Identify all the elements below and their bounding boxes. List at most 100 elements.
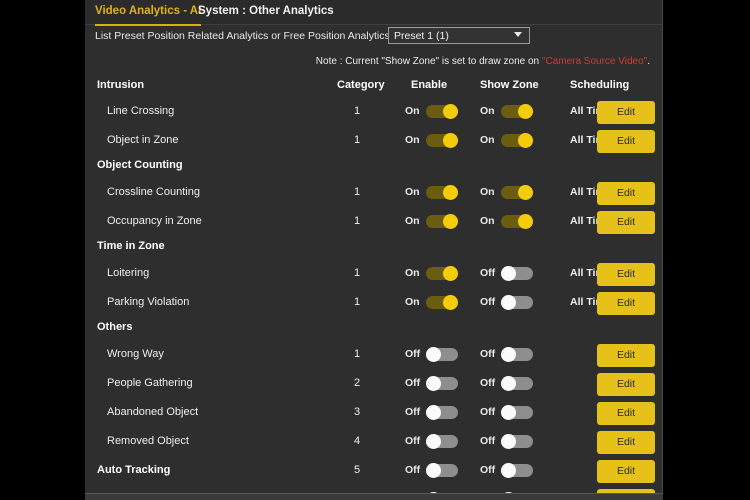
edit-button[interactable]: Edit bbox=[597, 344, 655, 367]
row-show-zone-toggle[interactable] bbox=[501, 185, 535, 200]
table-section-header: Others bbox=[85, 317, 662, 340]
row-enable-state: Off bbox=[405, 348, 421, 360]
row-enable-toggle[interactable] bbox=[426, 133, 460, 148]
row-enable-toggle[interactable] bbox=[426, 104, 460, 119]
preset-selected-value: Preset 1 (1) bbox=[394, 30, 449, 42]
row-enable-toggle[interactable] bbox=[426, 347, 460, 362]
column-header-category: Category bbox=[337, 79, 385, 91]
row-enable-state: On bbox=[405, 296, 420, 308]
table-header-row: Intrusion Category Enable Show Zone Sche… bbox=[85, 79, 662, 97]
row-label: Crossline Counting bbox=[107, 186, 200, 198]
toggle-knob bbox=[501, 463, 516, 478]
column-header-show-zone: Show Zone bbox=[480, 79, 539, 91]
row-enable-state: On bbox=[405, 105, 420, 117]
toggle-knob bbox=[426, 376, 441, 391]
note-prefix: Note : Current "Show Zone" is set to dra… bbox=[315, 56, 542, 67]
edit-button[interactable]: Edit bbox=[597, 402, 655, 425]
edit-button[interactable]: Edit bbox=[597, 263, 655, 286]
show-zone-note: Note : Current "Show Zone" is set to dra… bbox=[316, 56, 650, 67]
row-show-zone-state: Off bbox=[480, 296, 496, 308]
toggle-knob bbox=[426, 347, 441, 362]
toggle-knob bbox=[501, 266, 516, 281]
row-show-zone-toggle[interactable] bbox=[501, 376, 535, 391]
table-row: Line Crossing 1 On On All Time Edit bbox=[85, 97, 662, 126]
edit-button[interactable]: Edit bbox=[597, 373, 655, 396]
row-show-zone-toggle[interactable] bbox=[501, 405, 535, 420]
row-enable-toggle[interactable] bbox=[426, 376, 460, 391]
video-analytics-panel: Video Analytics - AI System : Other Anal… bbox=[85, 0, 663, 493]
row-enable-state: On bbox=[405, 134, 420, 146]
table-row: Parking Violation 1 On Off All Time Edit bbox=[85, 288, 662, 317]
row-category: 4 bbox=[353, 435, 361, 447]
row-show-zone-state: On bbox=[480, 105, 495, 117]
row-show-zone-toggle[interactable] bbox=[501, 214, 535, 229]
row-enable-toggle[interactable] bbox=[426, 463, 460, 478]
row-enable-state: On bbox=[405, 267, 420, 279]
preset-select[interactable]: Preset 1 (1) bbox=[388, 27, 530, 44]
row-enable-toggle[interactable] bbox=[426, 405, 460, 420]
toggle-knob bbox=[518, 185, 533, 200]
section-label: Others bbox=[97, 321, 133, 333]
toggle-knob bbox=[501, 347, 516, 362]
tab-bar: Video Analytics - AI System : Other Anal… bbox=[85, 0, 662, 26]
row-show-zone-toggle[interactable] bbox=[501, 347, 535, 362]
analytics-row-list: Line Crossing 1 On On All Time Edit Object in … bbox=[85, 97, 662, 493]
edit-button[interactable]: Edit bbox=[597, 211, 655, 234]
edit-button[interactable]: Edit bbox=[597, 101, 655, 124]
toggle-knob bbox=[518, 104, 533, 119]
edit-button[interactable]: Edit bbox=[597, 292, 655, 315]
row-show-zone-toggle[interactable] bbox=[501, 463, 535, 478]
table-section-header: Object Counting bbox=[85, 155, 662, 178]
chevron-down-icon bbox=[514, 32, 522, 37]
row-show-zone-toggle[interactable] bbox=[501, 434, 535, 449]
row-show-zone-state: Off bbox=[480, 435, 496, 447]
row-enable-toggle[interactable] bbox=[426, 295, 460, 310]
column-header-intrusion: Intrusion bbox=[97, 79, 145, 91]
note-highlight: "Camera Source Video" bbox=[541, 56, 648, 67]
toggle-knob bbox=[443, 185, 458, 200]
row-show-zone-state: On bbox=[480, 134, 495, 146]
edit-button[interactable]: Edit bbox=[597, 130, 655, 153]
preset-description-label: List Preset Position Related Analytics o… bbox=[95, 30, 393, 42]
row-enable-state: Off bbox=[405, 464, 421, 476]
edit-button[interactable]: Edit bbox=[597, 431, 655, 454]
section-label: Time in Zone bbox=[97, 240, 165, 252]
preset-row: List Preset Position Related Analytics o… bbox=[85, 24, 662, 52]
row-label: Parking Violation bbox=[107, 296, 190, 308]
row-show-zone-toggle[interactable] bbox=[501, 104, 535, 119]
row-enable-state: Off bbox=[405, 377, 421, 389]
row-category: 1 bbox=[353, 134, 361, 146]
row-label: Line Crossing bbox=[107, 105, 175, 117]
row-enable-toggle[interactable] bbox=[426, 185, 460, 200]
row-show-zone-toggle[interactable] bbox=[501, 266, 535, 281]
tab-video-analytics-ai[interactable]: Video Analytics - AI bbox=[95, 0, 202, 26]
row-enable-toggle[interactable] bbox=[426, 434, 460, 449]
row-show-zone-state: Off bbox=[480, 348, 496, 360]
row-label: Wrong Way bbox=[107, 348, 164, 360]
table-row: Removed Object 4 Off Off Edit bbox=[85, 427, 662, 456]
toggle-knob bbox=[518, 133, 533, 148]
edit-button[interactable]: Edit bbox=[597, 460, 655, 483]
row-label: Abandoned Object bbox=[107, 406, 199, 418]
table-row: Heat Map6OffOffEdit bbox=[85, 485, 662, 493]
row-enable-toggle[interactable] bbox=[426, 266, 460, 281]
row-show-zone-toggle[interactable] bbox=[501, 133, 535, 148]
row-show-zone-toggle[interactable] bbox=[501, 295, 535, 310]
row-enable-toggle[interactable] bbox=[426, 214, 460, 229]
row-label: Loitering bbox=[107, 267, 150, 279]
row-label: Removed Object bbox=[107, 435, 189, 447]
column-header-enable: Enable bbox=[411, 79, 448, 91]
row-category: 1 bbox=[353, 105, 361, 117]
row-enable-state: On bbox=[405, 215, 420, 227]
table-row: Wrong Way 1 Off Off Edit bbox=[85, 340, 662, 369]
toggle-knob bbox=[518, 214, 533, 229]
edit-button[interactable]: Edit bbox=[597, 182, 655, 205]
row-category: 1 bbox=[353, 186, 361, 198]
row-show-zone-state: Off bbox=[480, 464, 496, 476]
table-row: Abandoned Object 3 Off Off Edit bbox=[85, 398, 662, 427]
tab-system-other-analytics[interactable]: System : Other Analytics bbox=[198, 0, 334, 24]
section-label: Object Counting bbox=[97, 159, 183, 171]
note-suffix: . bbox=[647, 56, 650, 67]
toggle-knob bbox=[443, 214, 458, 229]
toggle-knob bbox=[426, 434, 441, 449]
